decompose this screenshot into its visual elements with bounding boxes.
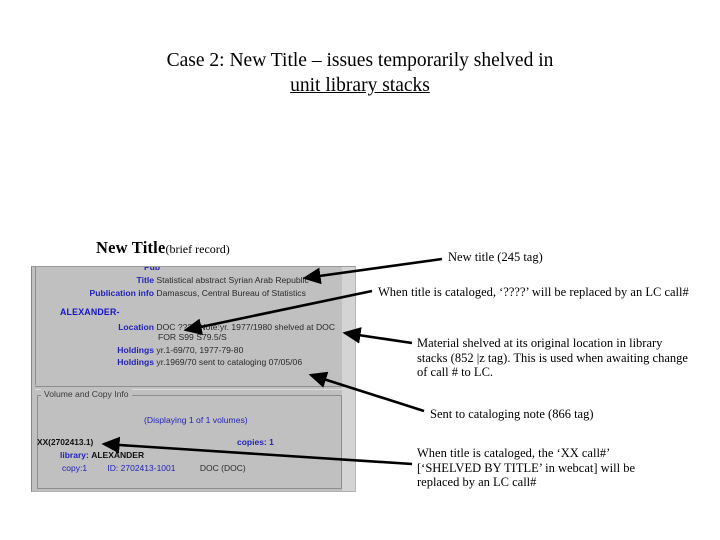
annotation-cataloged-call-number: When title is cataloged, ‘????’ will be … — [378, 285, 689, 299]
record-value-location-continued: FOR S99 S79.5/S — [158, 332, 227, 342]
record-label-title: Title — [136, 275, 154, 285]
copy-detail-row: copy:1 ID: 2702413-1001 DOC (DOC) — [62, 463, 246, 473]
record-library-heading: ALEXANDER- — [60, 307, 120, 317]
copy-id-value: ID: 2702413-1001 — [107, 463, 176, 473]
record-row-location: Location DOC ???? Note:yr. 1977/1980 she… — [36, 322, 344, 332]
brief-record-caption-paren: (brief record) — [165, 242, 230, 256]
bibliographic-pane-inner: Pub Title Statistical abstract Syrian Ar… — [35, 267, 344, 385]
call-number-value: XX(2702413.1) — [37, 437, 94, 447]
copies-value: 1 — [269, 437, 274, 447]
copies-count: copies: 1 — [237, 437, 274, 447]
brief-record-caption: New Title(brief record) — [96, 238, 230, 258]
volume-and-copy-info-legend: Volume and Copy Info — [41, 389, 132, 399]
annotation-sent-to-cataloging: Sent to cataloging note (866 tag) — [430, 407, 594, 421]
record-value-location-continued-text: FOR S99 S79.5/S — [158, 332, 227, 342]
record-label-location: Location — [118, 322, 154, 332]
copy-library-label: library: — [60, 450, 89, 460]
record-label-holdings-2: Holdings — [117, 357, 154, 367]
copy-number-label: copy:1 — [62, 463, 88, 473]
copies-label: copies: — [237, 437, 267, 447]
record-value-holdings-2: yr.1969/70 sent to cataloging 07/05/06 — [156, 357, 303, 367]
bibliographic-pane: Pub Title Statistical abstract Syrian Ar… — [32, 267, 344, 385]
record-row-holdings-2: Holdings yr.1969/70 sent to cataloging 0… — [36, 357, 344, 367]
brief-record-caption-strong: New Title — [96, 238, 166, 257]
record-value-title: Statistical abstract Syrian Arab Republi… — [156, 275, 309, 285]
record-label-holdings-1: Holdings — [117, 345, 154, 355]
record-row-holdings-1: Holdings yr.1-69/70, 1977-79-80 — [36, 345, 336, 355]
record-value-holdings-1: yr.1-69/70, 1977-79-80 — [156, 345, 244, 355]
clipped-top-row: Pub — [144, 267, 188, 270]
record-value-location: DOC ???? Note:yr. 1977/1980 shelved at D… — [156, 322, 336, 332]
record-row-title: Title Statistical abstract Syrian Arab R… — [36, 275, 336, 285]
annotation-shelved-852: Material shelved at its original locatio… — [417, 336, 688, 379]
page-title: Case 2: New Title – issues temporarily s… — [60, 48, 660, 98]
record-label-publication-info: Publication info — [89, 288, 154, 298]
displaying-volumes-note: (Displaying 1 of 1 volumes) — [144, 415, 248, 425]
annotation-new-title: New title (245 tag) — [448, 250, 543, 264]
annotation-xx-call-number: When title is cataloged, the ‘XX call#’ … — [417, 446, 636, 489]
copy-location-value: DOC (DOC) — [199, 463, 246, 473]
catalog-record-screenshot: Pub Title Statistical abstract Syrian Ar… — [31, 266, 356, 492]
page-title-line1: Case 2: New Title – issues temporarily s… — [166, 50, 554, 71]
record-value-publication-info: Damascus, Central Bureau of Statistics — [156, 288, 306, 298]
page-title-line2: unit library stacks — [290, 75, 430, 96]
clipped-top-row-label: Pub — [144, 267, 188, 270]
record-row-publication-info: Publication info Damascus, Central Burea… — [36, 288, 336, 298]
copy-library-value: ALEXANDER — [91, 450, 145, 460]
copy-library-row: library: ALEXANDER — [60, 450, 144, 460]
